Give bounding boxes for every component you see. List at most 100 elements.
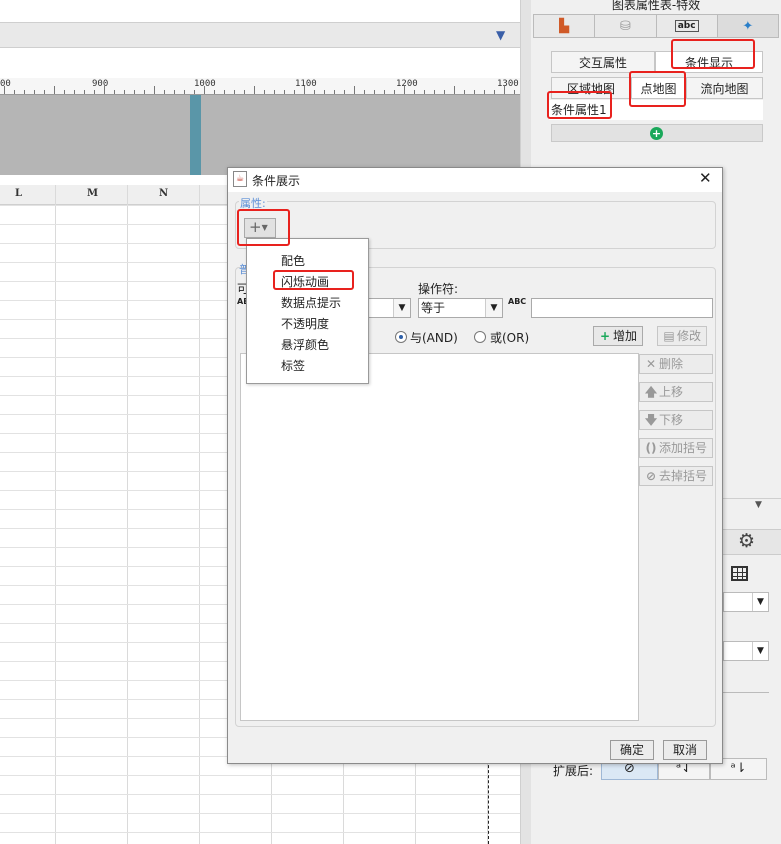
ruler-tick [244, 90, 245, 94]
column-header[interactable]: M [87, 188, 98, 199]
grid-vline [199, 185, 200, 844]
dialog-title: 条件展示 [252, 174, 301, 188]
ruler-tick [344, 90, 345, 94]
style-tab[interactable]: abc [657, 15, 718, 37]
menu-item-hover-color[interactable]: 悬浮颜色 [281, 336, 329, 353]
ruler-tick [404, 86, 405, 94]
formula-icon[interactable]: ABC [508, 297, 526, 306]
ruler-tick [384, 90, 385, 94]
menu-item-opacity[interactable]: 不透明度 [281, 315, 329, 332]
condition-list[interactable] [240, 353, 639, 721]
operator-select[interactable]: 等于 ▼ [418, 298, 503, 318]
ruler-tick [434, 90, 435, 94]
tab-interactive-properties[interactable]: 交互属性 [551, 51, 655, 73]
table-grid-icon[interactable] [731, 566, 748, 581]
and-radio-label[interactable]: 与(AND) [410, 329, 458, 346]
separator [723, 692, 769, 693]
ruler-tick [374, 90, 375, 94]
ruler-tick [214, 90, 215, 94]
ruler-tick [24, 90, 25, 94]
grid-vline [55, 185, 56, 844]
ruler-label: 1300 [497, 79, 519, 89]
panel-select-2[interactable]: ▼ [723, 641, 769, 661]
ruler-tick [224, 90, 225, 94]
close-icon[interactable]: ✕ [699, 169, 712, 187]
tab-area-map[interactable]: 区域地图 [551, 77, 631, 99]
ruler-tick [444, 90, 445, 94]
ruler-tick [14, 90, 15, 94]
ruler-tick [104, 86, 105, 94]
value-input[interactable] [531, 298, 713, 318]
menu-item-label[interactable]: 标签 [281, 357, 305, 374]
ruler-tick [514, 90, 515, 94]
add-property-dropdown-button[interactable]: +▼ [244, 218, 276, 238]
ruler-tick [264, 90, 265, 94]
or-radio-label[interactable]: 或(OR) [490, 329, 529, 346]
toolbar-filter-icon[interactable]: ▼ [496, 28, 510, 42]
ruler-tick [364, 90, 365, 94]
effects-tab[interactable]: ✦ [717, 15, 778, 37]
tab-conditional-display[interactable]: 条件显示 [655, 51, 763, 73]
dialog-titlebar[interactable] [228, 168, 722, 192]
chart-type-tab[interactable]: ▙ [534, 15, 596, 37]
column-select[interactable]: ▼ [364, 298, 411, 318]
ruler-tick [284, 90, 285, 94]
ruler-tick [474, 90, 475, 94]
grid-vline [127, 185, 128, 844]
ruler-tick [254, 86, 255, 94]
caret-down-icon: ▼ [261, 223, 268, 232]
add-condition-button[interactable]: + 增加 [593, 326, 643, 346]
operator-label: 操作符: [418, 282, 459, 296]
add-bracket-button[interactable]: () 添加括号 [639, 438, 713, 458]
tab-point-map[interactable]: 点地图 [631, 77, 686, 99]
panel-select-1[interactable]: ▼ [723, 592, 769, 612]
condition-attribute-item[interactable]: 条件属性1 [549, 100, 763, 120]
menu-item-flash-animation[interactable]: 闪烁动画 [281, 273, 329, 290]
ruler-tick [84, 90, 85, 94]
delete-label: 删除 [659, 357, 684, 371]
grid-hline [0, 794, 520, 795]
page-break-line [488, 760, 489, 844]
ruler-tick [234, 90, 235, 94]
grid-hline [0, 832, 520, 833]
canvas-area [0, 95, 520, 175]
or-radio[interactable] [474, 331, 486, 343]
operator-value: 等于 [421, 301, 446, 315]
property-group-label: 属性: [239, 195, 267, 211]
add-label: 增加 [613, 329, 638, 343]
cancel-button[interactable]: 取消 [663, 740, 707, 760]
delete-button[interactable]: ✕ 删除 [639, 354, 713, 374]
move-up-button[interactable]: 🡅 上移 [639, 382, 713, 402]
ruler-tick [334, 90, 335, 94]
modify-label: 修改 [677, 329, 702, 343]
and-radio[interactable] [395, 331, 407, 343]
menu-item-color[interactable]: 配色 [281, 252, 305, 269]
column-header[interactable]: N [159, 188, 168, 199]
data-icon: ⛁ [619, 18, 631, 34]
collapse-chevron-icon[interactable]: ▼ [755, 500, 762, 510]
move-down-button[interactable]: 🡇 下移 [639, 410, 713, 430]
tab-flow-map[interactable]: 流向地图 [686, 77, 763, 99]
ruler-tick [314, 90, 315, 94]
gear-icon[interactable]: ⚙ [738, 530, 755, 552]
effects-icon: ✦ [742, 18, 754, 34]
data-tab[interactable]: ⛁ [595, 15, 657, 37]
ruler-tick [294, 90, 295, 94]
remove-bracket-label: 去掉括号 [659, 469, 708, 483]
edit-icon: ▤ [663, 329, 675, 343]
plus-icon: + [249, 218, 262, 236]
chart-type-icon: ▙ [559, 18, 570, 34]
remove-bracket-button[interactable]: ⊘ 去掉括号 [639, 466, 713, 486]
ruler-label: 1200 [396, 79, 418, 89]
menu-item-data-point-tooltip[interactable]: 数据点提示 [281, 294, 341, 311]
ruler-tick [304, 86, 305, 94]
ruler-tick [54, 86, 55, 94]
modify-condition-button[interactable]: ▤ 修改 [657, 326, 707, 346]
grid-hline [0, 775, 520, 776]
add-icon[interactable]: + [650, 127, 663, 140]
ok-button[interactable]: 确定 [610, 740, 654, 760]
property-popup-menu [246, 238, 369, 384]
ruler-tick [494, 90, 495, 94]
ruler-tick [184, 90, 185, 94]
column-header[interactable]: L [15, 188, 22, 199]
